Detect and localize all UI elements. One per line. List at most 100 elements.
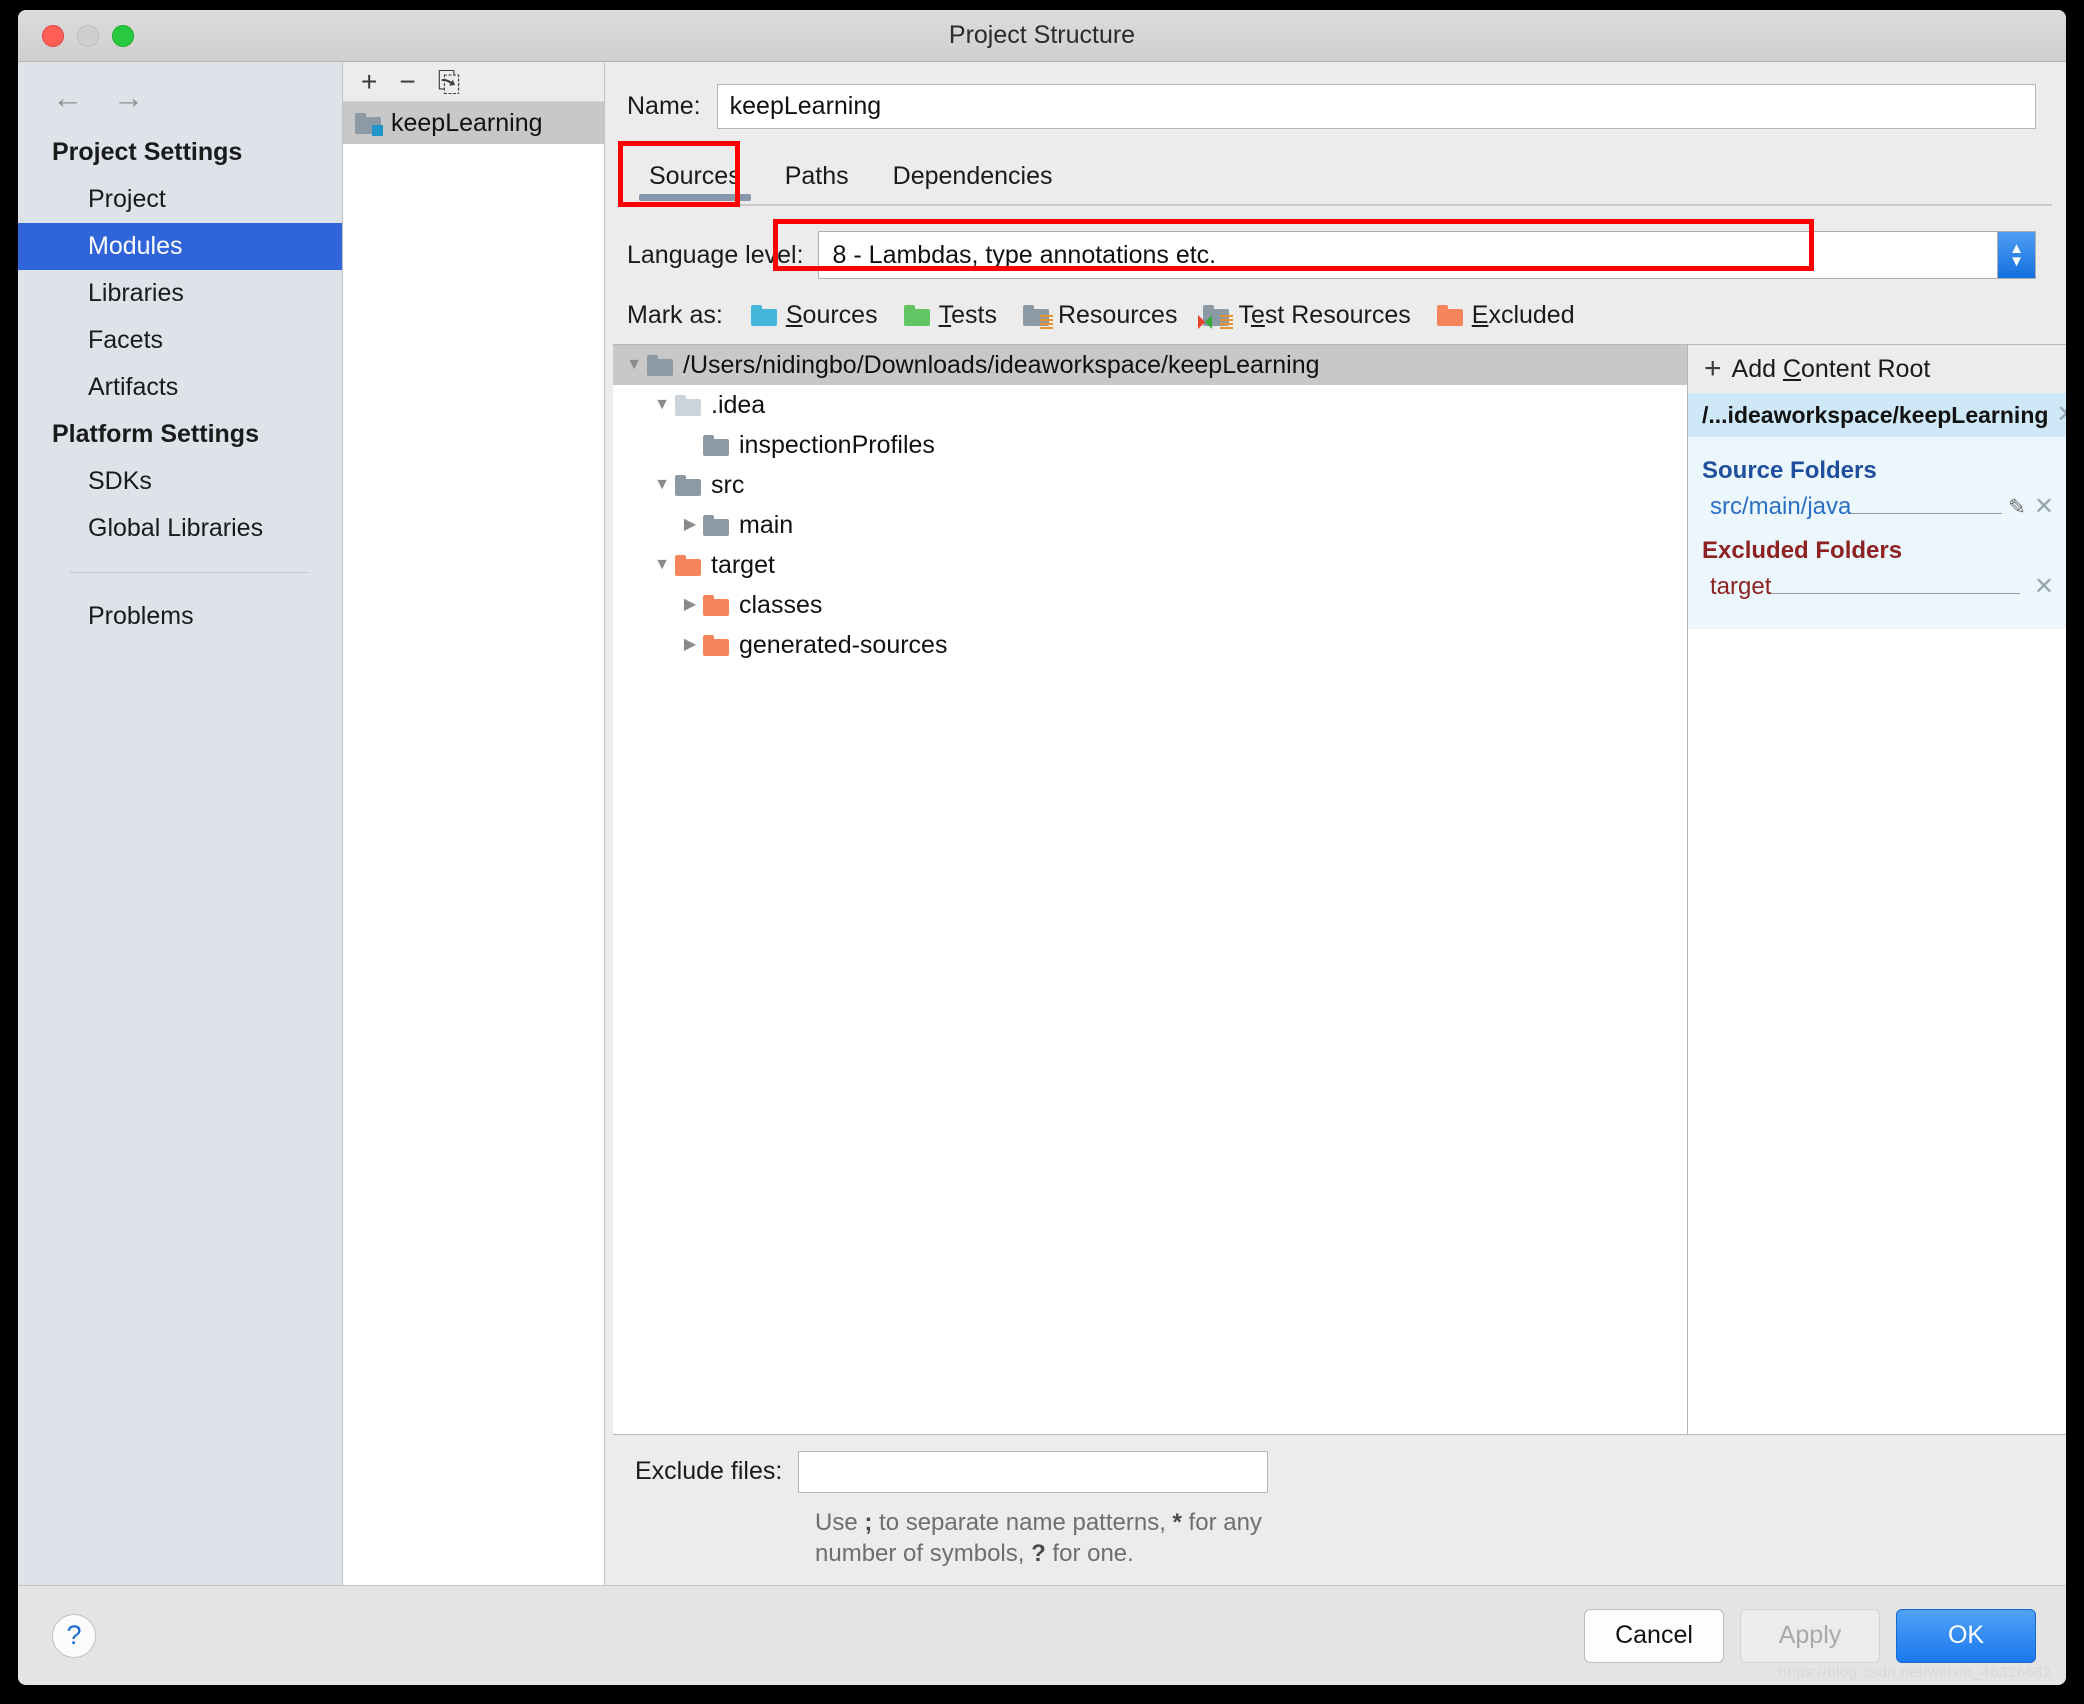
language-level-combobox[interactable]: 8 - Lambdas, type annotations etc. ▲ ▼ [817, 231, 2036, 279]
exclude-files-input[interactable] [798, 1450, 1269, 1493]
mark-as-tests-label: Tests [938, 301, 997, 329]
folder-rule [1851, 513, 2003, 514]
folder-icon [647, 354, 673, 376]
module-list: keepLearning [343, 102, 604, 1585]
remove-module-icon[interactable]: − [399, 67, 415, 96]
mark-as-row: Mark as: Sources Tests Resources Test Re… [605, 291, 2066, 344]
folder-icon [703, 594, 729, 616]
add-module-icon[interactable]: + [361, 67, 377, 96]
remove-excluded-folder-icon[interactable]: ✕ [2034, 575, 2054, 599]
twisty-icon[interactable]: ▼ [649, 397, 675, 413]
tree-row-label: inspectionProfiles [739, 430, 935, 459]
folder-icon [675, 394, 701, 416]
name-input[interactable]: keepLearning [716, 84, 2036, 129]
tab-paths[interactable]: Paths [763, 164, 871, 205]
add-content-root-button[interactable]: + Add Content Root [1688, 345, 2066, 393]
name-label: Name: [627, 92, 701, 120]
language-level-row: Language level: 8 - Lambdas, type annota… [605, 209, 2066, 291]
navigation-arrows: ← → [18, 62, 342, 129]
stepper-icon[interactable]: ▲ ▼ [1997, 232, 2035, 278]
tree-row[interactable]: inspectionProfiles [613, 425, 1687, 465]
module-toolbar: + − ⎘ [343, 62, 604, 102]
tab-underline [627, 204, 2052, 206]
content-root-body: Source Folders src/main/java ✎ ✕ Exclude… [1688, 437, 2066, 629]
tree-row[interactable]: ▶ main [613, 505, 1687, 545]
module-list-item-keeplearning[interactable]: keepLearning [343, 102, 604, 144]
twisty-icon[interactable]: ▶ [677, 517, 703, 533]
sidebar-item-problems[interactable]: Problems [18, 593, 342, 640]
mark-as-resources-button[interactable]: Resources [1022, 301, 1178, 330]
twisty-icon[interactable]: ▶ [677, 597, 703, 613]
tree-row[interactable]: ▼ src [613, 465, 1687, 505]
twisty-icon[interactable]: ▼ [621, 357, 647, 373]
twisty-icon[interactable]: ▶ [677, 637, 703, 653]
ok-button[interactable]: OK [1896, 1608, 2036, 1663]
window-title: Project Structure [948, 21, 1136, 49]
mark-as-test-resources-button[interactable]: Test Resources [1198, 301, 1411, 330]
remove-source-folder-icon[interactable]: ✕ [2034, 495, 2054, 519]
source-folder-path: src/main/java [1710, 493, 1852, 520]
sidebar-item-global-libraries[interactable]: Global Libraries [18, 505, 342, 552]
tree-row[interactable]: ▼ /Users/nidingbo/Downloads/ideaworkspac… [613, 345, 1687, 385]
source-folder-row[interactable]: src/main/java ✎ ✕ [1688, 489, 2066, 529]
remove-content-root-icon[interactable]: ✕ [2056, 403, 2066, 427]
forward-arrow-icon[interactable]: → [113, 82, 144, 113]
language-level-label: Language level: [627, 240, 804, 269]
edit-pencil-icon[interactable]: ✎ [2008, 497, 2026, 518]
project-structure-dialog: Project Structure ← → Project Settings P… [18, 10, 2066, 1685]
tab-bar: Sources Paths Dependencies [605, 141, 2066, 209]
mark-as-sources-label: Sources [785, 301, 878, 329]
hint-line-1: Use ; to separate name patterns, * for a… [815, 1508, 1262, 1536]
sidebar-item-libraries[interactable]: Libraries [18, 270, 342, 317]
cancel-button[interactable]: Cancel [1584, 1608, 1724, 1663]
sidebar-item-sdks[interactable]: SDKs [18, 458, 342, 505]
mark-as-tests-button[interactable]: Tests [903, 301, 997, 330]
excluded-folder-icon [1436, 305, 1463, 326]
copy-module-icon[interactable]: ⎘ [438, 67, 460, 96]
sidebar-item-facets[interactable]: Facets [18, 317, 342, 364]
sources-folder-icon [750, 305, 777, 326]
sidebar-item-artifacts[interactable]: Artifacts [18, 364, 342, 411]
mark-as-resources-label: Resources [1057, 301, 1178, 329]
dialog-footer: ? Cancel Apply OK https://blog.csdn.net/… [18, 1585, 2066, 1685]
tree-row-label: generated-sources [739, 630, 948, 659]
module-editor-panel: Name: keepLearning Sources Paths Depende… [605, 62, 2066, 1585]
tree-row[interactable]: ▼ target [613, 545, 1687, 585]
mark-as-excluded-label: Excluded [1471, 301, 1575, 329]
tab-sources[interactable]: Sources [627, 164, 763, 205]
name-row: Name: keepLearning [605, 62, 2066, 147]
apply-button: Apply [1740, 1608, 1880, 1663]
tab-dependencies[interactable]: Dependencies [871, 164, 1075, 205]
resources-folder-icon [1022, 305, 1053, 329]
help-button[interactable]: ? [52, 1613, 96, 1658]
twisty-icon[interactable]: ▼ [649, 557, 675, 573]
content-root-header[interactable]: /...ideaworkspace/keepLearning ✕ [1688, 393, 2066, 437]
source-folder-tree: ▼ /Users/nidingbo/Downloads/ideaworkspac… [613, 345, 1688, 1434]
mark-as-sources-button[interactable]: Sources [750, 301, 878, 330]
tree-row-label: /Users/nidingbo/Downloads/ideaworkspace/… [683, 350, 1320, 379]
tree-row[interactable]: ▶ classes [613, 585, 1687, 625]
watermark: https://blog.csdn.net/weixin_46326682 [1778, 1664, 2052, 1681]
tree-row[interactable]: ▼ .idea [613, 385, 1687, 425]
back-arrow-icon[interactable]: ← [52, 82, 83, 113]
hint-line-2: number of symbols, ? for one. [815, 1539, 1134, 1567]
title-bar: Project Structure [18, 10, 2066, 62]
excluded-folder-row[interactable]: target ✕ [1688, 569, 2066, 609]
tree-row-label: src [711, 470, 745, 499]
sidebar-item-project[interactable]: Project [18, 176, 342, 223]
mark-as-excluded-button[interactable]: Excluded [1436, 301, 1575, 330]
stepper-down-icon: ▼ [2009, 253, 2024, 270]
tree-row-label: classes [739, 590, 823, 619]
module-list-column: + − ⎘ keepLearning [343, 62, 605, 1585]
content-split: ▼ /Users/nidingbo/Downloads/ideaworkspac… [613, 344, 2066, 1434]
folder-icon [675, 474, 701, 496]
tree-row[interactable]: ▶ generated-sources [613, 625, 1687, 665]
exclude-files-row: Exclude files: [613, 1433, 2066, 1503]
sidebar-divider [70, 572, 308, 573]
add-content-root-label: Add Content Root [1731, 354, 1931, 383]
mark-as-label: Mark as: [627, 301, 723, 329]
tree-row-label: .idea [711, 390, 766, 419]
content-root-path: /...ideaworkspace/keepLearning [1702, 401, 2049, 428]
sidebar-item-modules[interactable]: Modules [18, 223, 342, 270]
twisty-icon[interactable]: ▼ [649, 477, 675, 493]
